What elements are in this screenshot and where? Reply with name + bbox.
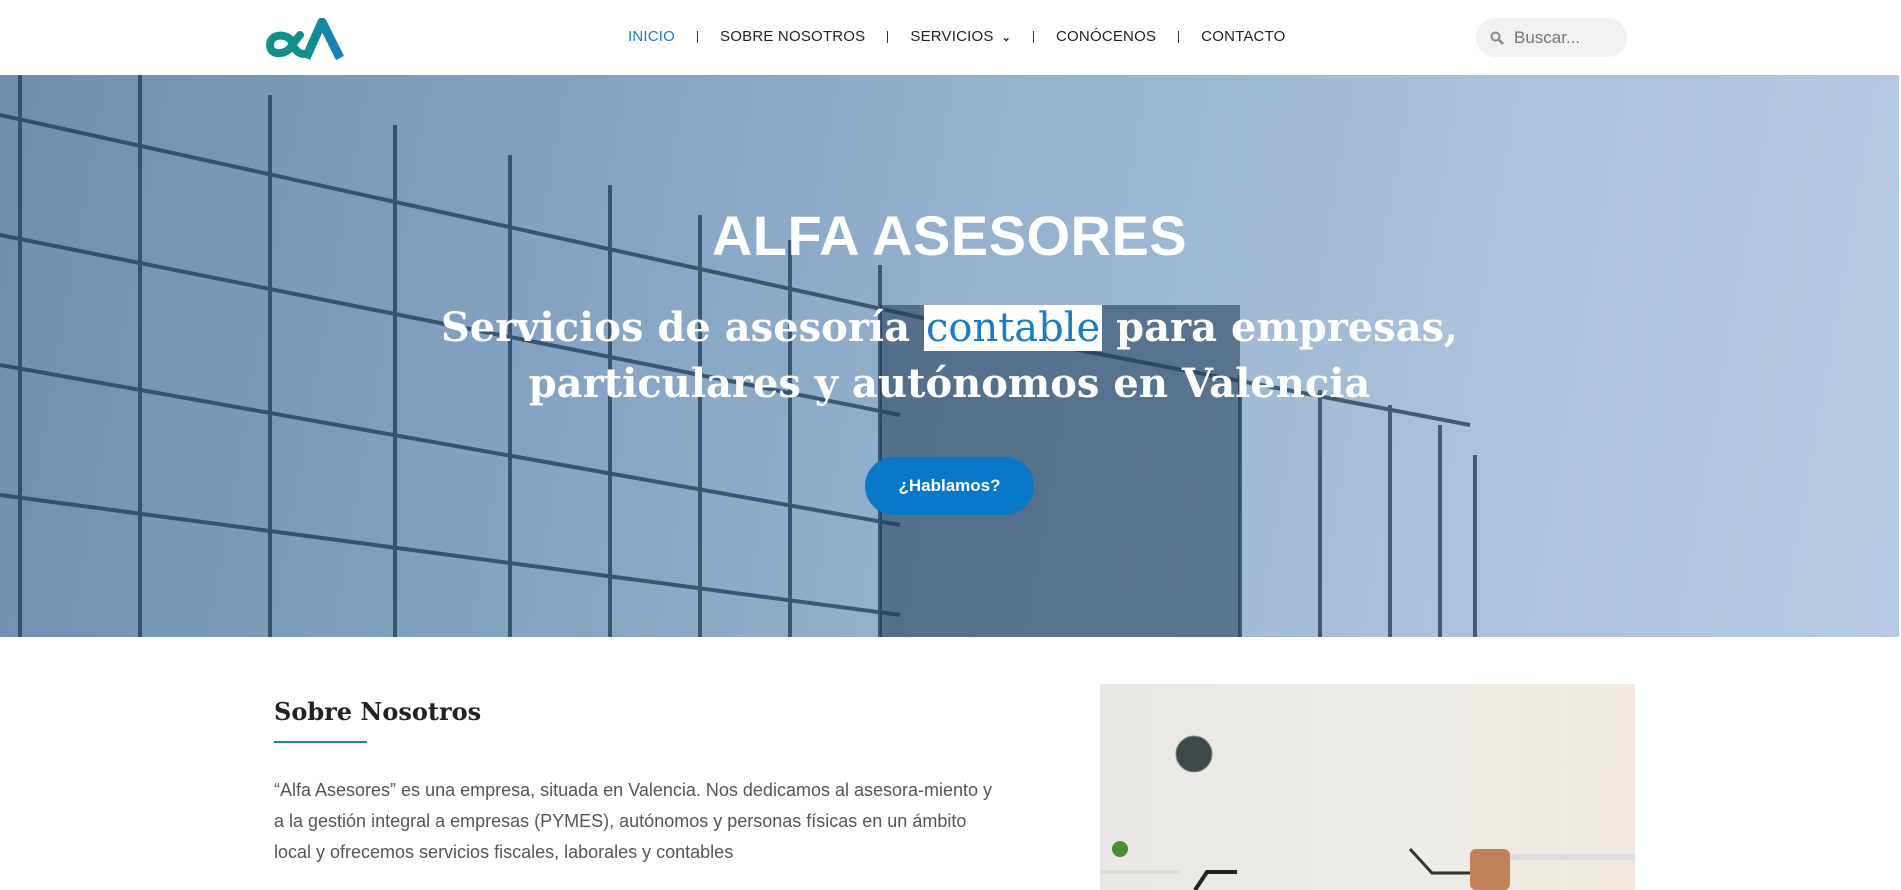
nav-separator	[1178, 30, 1180, 43]
nav-inicio[interactable]: INICIO	[628, 28, 675, 45]
nav-servicios[interactable]: SERVICIOS ⌄	[910, 28, 1011, 45]
subtitle-line2: particulares y autónomos en Valencia	[528, 360, 1371, 407]
nav-conocenos[interactable]: CONÓCENOS	[1056, 28, 1156, 45]
nav-separator	[697, 30, 699, 43]
nav-separator	[887, 30, 889, 43]
search-input[interactable]	[1514, 27, 1614, 48]
chevron-down-icon: ⌄	[1001, 32, 1012, 44]
hero-title: ALFA ASESORES	[711, 204, 1188, 267]
nav-servicios-label: SERVICIOS	[910, 28, 994, 45]
nav-separator	[1033, 30, 1035, 43]
subtitle-text: para empresas,	[1102, 304, 1459, 351]
about-text: “Alfa Asesores” es una empresa, situada …	[274, 780, 993, 862]
main-nav: INICIO SOBRE NOSOTROS SERVICIOS ⌄ CONÓCEN…	[628, 28, 1286, 45]
office-image	[1100, 684, 1635, 890]
search-box	[1476, 18, 1627, 57]
search-icon	[1490, 31, 1504, 45]
hablamos-button[interactable]: ¿Hablamos?	[865, 457, 1034, 515]
title-underline	[274, 741, 367, 743]
about-title: Sobre Nosotros	[274, 697, 482, 726]
subtitle-highlight: contable	[923, 305, 1103, 351]
subtitle-text: Servicios de asesoría	[440, 304, 924, 351]
alfa-logo[interactable]	[262, 18, 350, 60]
hero-banner: ALFA ASESORES Servicios de asesoría cont…	[0, 75, 1899, 637]
hero-subtitle: Servicios de asesoría contable para empr…	[0, 300, 1899, 411]
nav-contacto[interactable]: CONTACTO	[1201, 28, 1285, 45]
nav-sobre-nosotros[interactable]: SOBRE NOSOTROS	[720, 28, 865, 45]
site-header: INICIO SOBRE NOSOTROS SERVICIOS ⌄ CONÓCEN…	[0, 0, 1901, 75]
